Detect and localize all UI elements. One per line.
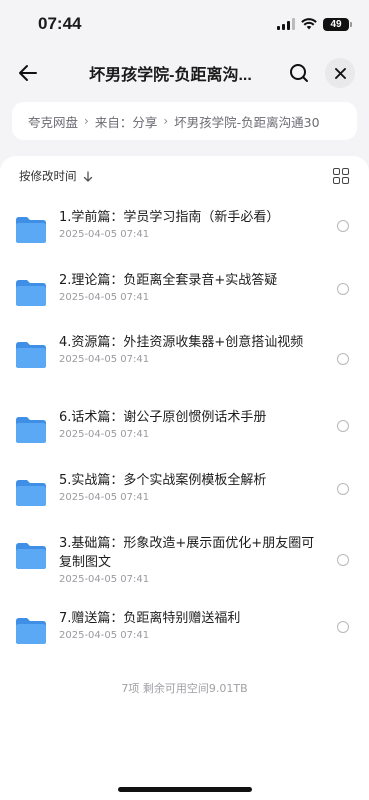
back-button[interactable]	[14, 59, 42, 87]
file-date: 2025-04-05 07:41	[59, 574, 150, 585]
status-time: 07:44	[38, 14, 82, 33]
file-date: 2025-04-05 07:41	[59, 292, 150, 303]
sort-label: 按修改时间	[19, 169, 77, 183]
file-date: 2025-04-05 07:41	[59, 492, 150, 503]
file-name: 3.基础篇：形象改造+展示面优化+朋友圈可复制图文	[59, 536, 315, 570]
select-checkbox[interactable]	[337, 420, 349, 432]
wifi-icon	[301, 18, 317, 30]
list-item-text: 1.学前篇：学员学习指南（新手必看） 2025-04-05 07:41	[59, 208, 317, 240]
file-date: 2025-04-05 07:41	[59, 354, 150, 365]
list-item-text: 2.理论篇：负距离全套录音+实战答疑 2025-04-05 07:41	[59, 271, 317, 303]
list-item-text: 7.赠送篇：负距离特别赠送福利 2025-04-05 07:41	[59, 609, 317, 641]
folder-icon	[16, 217, 46, 243]
search-icon	[290, 64, 308, 82]
close-icon	[334, 67, 346, 79]
list-item-text: 3.基础篇：形象改造+展示面优化+朋友圈可复制图文 2025-04-05 07:4…	[59, 534, 317, 585]
nav-bar: 坏男孩学院-负距离沟...	[0, 48, 369, 98]
battery-icon: 49	[323, 17, 352, 31]
folder-icon	[16, 480, 46, 506]
select-checkbox[interactable]	[337, 283, 349, 295]
select-checkbox[interactable]	[337, 554, 349, 566]
file-name: 5.实战篇：多个实战案例模板全解析	[59, 473, 267, 488]
arrow-left-icon	[19, 65, 37, 81]
home-indicator	[118, 787, 252, 792]
chevron-right-icon: ›	[84, 114, 89, 128]
file-date: 2025-04-05 07:41	[59, 429, 150, 440]
page-title: 坏男孩学院-负距离沟...	[89, 67, 252, 84]
status-bar: 07:44 49	[0, 0, 369, 48]
folder-icon	[16, 342, 46, 368]
folder-icon	[16, 543, 46, 569]
folder-icon	[16, 618, 46, 644]
file-name: 1.学前篇：学员学习指南（新手必看）	[59, 210, 280, 225]
status-icons: 49	[277, 17, 352, 31]
grid-view-icon[interactable]	[333, 168, 349, 184]
breadcrumb-from[interactable]: 来自：分享	[95, 112, 158, 131]
arrow-down-icon	[83, 170, 92, 182]
file-date: 2025-04-05 07:41	[59, 630, 150, 641]
select-checkbox[interactable]	[337, 220, 349, 232]
breadcrumb-root[interactable]: 夸克网盘	[28, 112, 78, 131]
file-name: 6.话术篇：谢公子原创惯例话术手册	[59, 410, 267, 425]
folder-icon	[16, 417, 46, 443]
file-name: 2.理论篇：负距离全套录音+实战答疑	[59, 273, 278, 288]
select-checkbox[interactable]	[337, 621, 349, 633]
storage-summary: 7项 剩余可用空间9.01TB	[121, 682, 248, 695]
list-item-text: 4.资源篇：外挂资源收集器+创意搭讪视频 2025-04-05 07:41	[59, 333, 317, 365]
signal-icon	[277, 18, 295, 30]
chevron-right-icon: ›	[163, 114, 169, 128]
breadcrumb: 夸克网盘 › 来自：分享 › 坏男孩学院-负距离沟通30	[12, 102, 357, 140]
file-name: 4.资源篇：外挂资源收集器+创意搭讪视频	[59, 335, 304, 350]
breadcrumb-current[interactable]: 坏男孩学院-负距离沟通30	[174, 112, 319, 131]
file-list-panel: 按修改时间 1.学前篇：学员学习指南（新手必看） 2025-04-05 07:41…	[0, 156, 369, 800]
list-item-text: 6.话术篇：谢公子原创惯例话术手册 2025-04-05 07:41	[59, 408, 317, 440]
file-name: 7.赠送篇：负距离特别赠送福利	[59, 611, 241, 626]
search-button[interactable]	[285, 59, 313, 87]
select-checkbox[interactable]	[337, 483, 349, 495]
close-button[interactable]	[325, 58, 355, 88]
select-checkbox[interactable]	[337, 353, 349, 365]
folder-icon	[16, 280, 46, 306]
list-header: 按修改时间	[0, 156, 369, 196]
sort-button[interactable]: 按修改时间	[19, 168, 93, 184]
file-date: 2025-04-05 07:41	[59, 229, 150, 240]
list-item-text: 5.实战篇：多个实战案例模板全解析 2025-04-05 07:41	[59, 471, 317, 503]
